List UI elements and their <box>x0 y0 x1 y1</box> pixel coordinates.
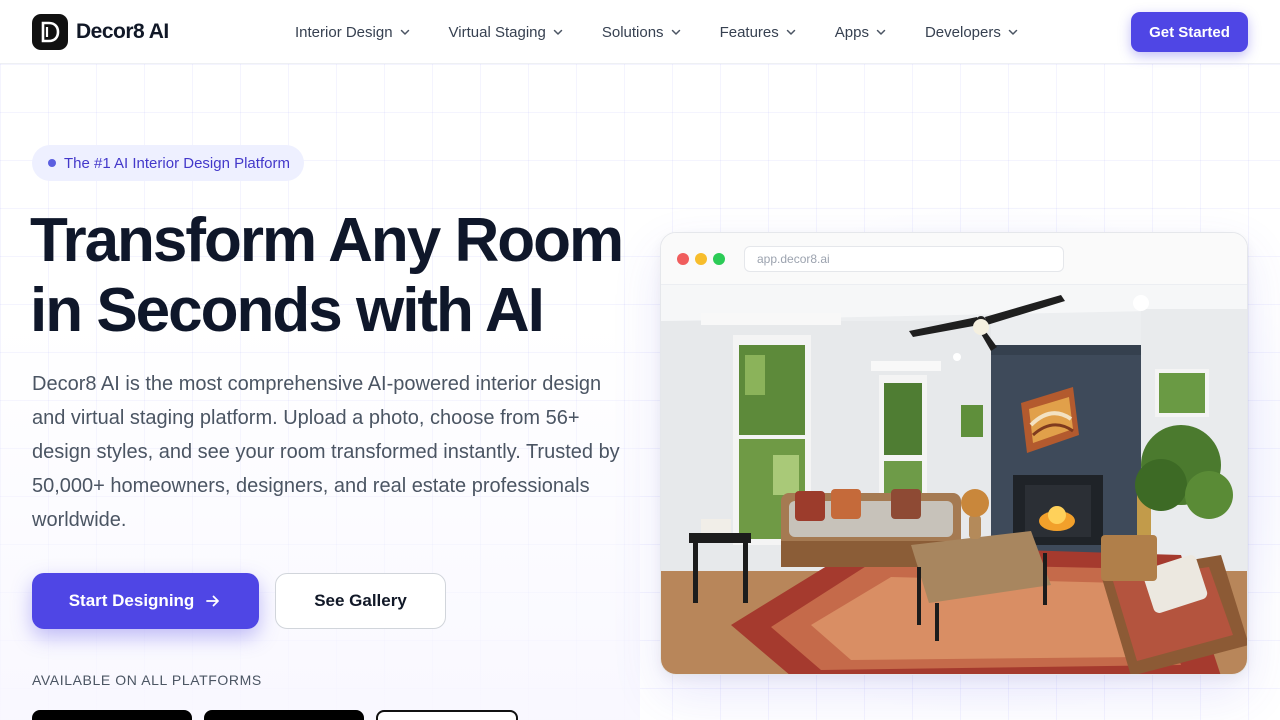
room-preview-image <box>661 285 1247 674</box>
hero-headline: Transform Any Room in Seconds with AI <box>30 206 650 346</box>
nav-item-label: Virtual Staging <box>448 23 546 41</box>
store-badge-2[interactable] <box>204 710 364 720</box>
badge-text: The #1 AI Interior Design Platform <box>64 154 290 172</box>
badge-dot-icon <box>48 159 56 167</box>
chevron-down-icon <box>1007 26 1019 38</box>
nav-item-virtual-staging[interactable]: Virtual Staging <box>449 24 564 41</box>
headline-line-2: in Seconds with AI <box>30 276 545 345</box>
nav-item-label: Features <box>719 23 779 41</box>
nav-item-label: Interior Design <box>295 23 393 41</box>
browser-toolbar: app.decor8.ai <box>661 233 1247 285</box>
get-started-button[interactable]: Get Started <box>1131 12 1248 52</box>
window-close-dot-icon <box>677 253 689 265</box>
nav-item-features[interactable]: Features <box>720 24 797 41</box>
hero-badge: The #1 AI Interior Design Platform <box>32 145 304 181</box>
nav-item-label: Developers <box>924 23 1001 41</box>
start-designing-label: Start Designing <box>68 591 195 610</box>
site-header: Decor8 AI Interior Design Virtual Stagin… <box>0 0 1280 64</box>
store-badge-3[interactable] <box>376 710 518 720</box>
browser-mockup: app.decor8.ai <box>660 232 1248 675</box>
logo-text: Decor8 AI <box>76 20 169 43</box>
window-maximize-dot-icon <box>713 253 725 265</box>
chevron-down-icon <box>399 26 411 38</box>
browser-url-bar: app.decor8.ai <box>744 246 1064 272</box>
logo[interactable]: Decor8 AI <box>32 14 169 50</box>
headline-line-1: Transform Any Room <box>30 206 624 275</box>
chevron-down-icon <box>552 26 564 38</box>
start-designing-button[interactable]: Start Designing <box>32 573 259 629</box>
platforms-label: AVAILABLE ON ALL PLATFORMS <box>32 672 262 688</box>
see-gallery-button[interactable]: See Gallery <box>275 573 446 629</box>
nav-item-interior-design[interactable]: Interior Design <box>295 24 411 41</box>
nav-item-label: Apps <box>834 23 869 41</box>
nav-item-solutions[interactable]: Solutions <box>602 24 682 41</box>
arrow-right-icon <box>204 592 222 610</box>
chevron-down-icon <box>670 26 682 38</box>
nav-item-developers[interactable]: Developers <box>925 24 1019 41</box>
main-nav: Interior Design Virtual Staging Solution… <box>295 0 1057 64</box>
window-minimize-dot-icon <box>695 253 707 265</box>
hero-description: Decor8 AI is the most comprehensive AI-p… <box>32 373 620 531</box>
nav-item-label: Solutions <box>601 23 664 41</box>
chevron-down-icon <box>785 26 797 38</box>
nav-item-apps[interactable]: Apps <box>835 24 887 41</box>
logo-mark-icon <box>32 14 68 50</box>
chevron-down-icon <box>875 26 887 38</box>
store-badge-1[interactable] <box>32 710 192 720</box>
